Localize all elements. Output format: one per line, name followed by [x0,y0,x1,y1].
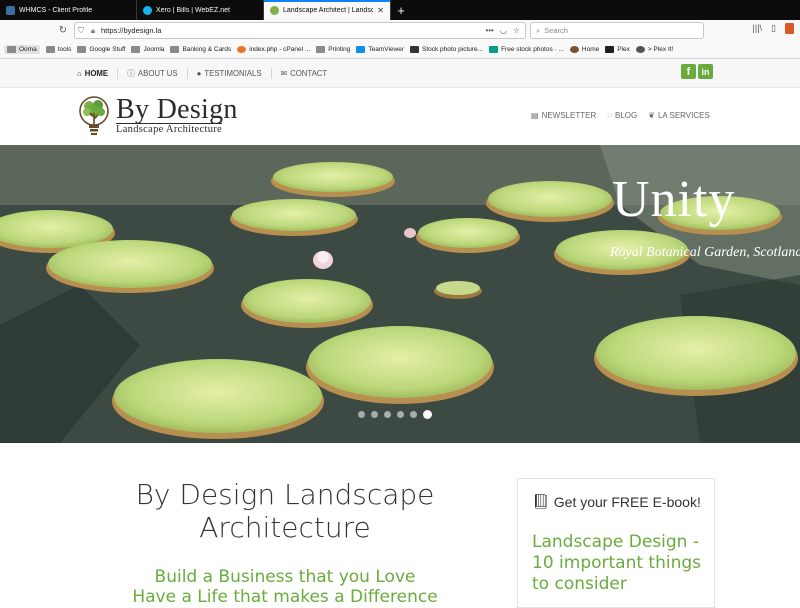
slider-dot-active[interactable] [423,410,432,419]
pocket-icon[interactable]: ◡ [500,26,507,35]
bookmark-item[interactable]: Free stock photos · ... [489,46,564,53]
sidebar-icon[interactable]: ▯ [771,23,776,34]
whmcs-favicon-icon [6,5,15,15]
library-icon[interactable]: |||\ [753,23,763,34]
site-top-nav: ⌂ HOME ⓘ ABOUT US ● TESTIMONIALS ✉ CONTACT [0,59,800,88]
logo-subtitle[interactable]: Landscape Architecture [116,123,223,135]
folder-icon [316,46,326,53]
nav-about-us[interactable]: ⓘ ABOUT US [117,68,187,79]
folder-icon [77,46,87,53]
slider-dot[interactable] [358,411,365,418]
close-tab-icon[interactable]: ✕ [377,6,384,15]
plex-icon [605,46,615,53]
bookmark-item[interactable]: Printing [316,46,350,53]
bookmarks-bar: Ooma tools Google Stuff Joomla Banking &… [0,41,800,59]
bookmark-item[interactable]: Google Stuff [77,46,125,53]
hero-slider[interactable]: Unity Royal Botanical Garden, Scotland [0,145,800,443]
slider-dot[interactable] [410,411,417,418]
bookmark-item[interactable]: Banking & Cards [170,46,231,53]
search-input[interactable]: ⌕ Search [530,22,704,39]
bookmark-item[interactable]: Joomla [131,46,164,53]
new-tab-button[interactable]: + [391,0,411,20]
bookmark-item[interactable]: Stock photo picture... [410,46,483,53]
nav-la-services[interactable]: ❦ LA SERVICES [648,111,710,120]
info-icon: ⓘ [127,69,135,78]
more-actions-icon[interactable]: ••• [485,26,493,35]
slide-caption: Royal Botanical Garden, Scotland [610,245,800,260]
browser-tab-active[interactable]: Landscape Architect | Landsca ✕ [264,0,391,20]
slider-dot[interactable] [371,411,378,418]
tab-title: Landscape Architect | Landsca [283,6,374,14]
folder-icon [45,46,55,53]
cpanel-icon [237,46,247,53]
book-icon: 📕︎ [532,493,550,509]
xero-favicon-icon [143,5,152,15]
camera-icon [410,46,419,53]
social-links: f in [681,64,713,79]
search-placeholder: Search [544,26,568,35]
folder-icon [131,46,141,53]
main-nav: ▤ NEWSLETTER ◌ BLOG ❦ LA SERVICES [531,111,710,120]
logo-title[interactable]: By Design [116,95,238,125]
ebook-title-link[interactable]: Landscape Design - 10 important things t… [532,532,712,595]
reload-icon[interactable]: ↻ [55,23,71,39]
nav-blog[interactable]: ◌ BLOG [607,111,637,120]
page-heading: By Design Landscape Architecture [135,478,435,544]
bookmark-item[interactable]: tools [45,46,71,53]
tagline-1: Build a Business that you Love [154,567,416,587]
envelope-icon: ✉ [280,69,288,78]
home-icon [569,46,579,53]
url-bar[interactable]: ⛉ 🔒︎ https://bydesign.la ••• ◡ ☆ [74,22,526,39]
nav-newsletter[interactable]: ▤ NEWSLETTER [531,111,596,120]
pexels-icon [489,46,499,53]
nav-testimonials[interactable]: ● TESTIMONIALS [186,68,271,79]
browser-tab[interactable]: WHMCS - Client Profile [0,0,137,20]
lock-icon[interactable]: 🔒︎ [87,26,99,36]
home-icon: ⌂ [77,69,82,78]
comment-icon: ◌ [607,111,612,120]
facebook-icon[interactable]: f [681,64,696,79]
bookmark-item[interactable]: > Plex It! [635,46,673,53]
ebook-heading: 📕︎ Get your FREE E-book! [532,493,701,510]
browser-tab[interactable]: Xero | Bills | WebEZ.net [137,0,264,20]
nav-contact[interactable]: ✉ CONTACT [270,68,337,79]
bookmark-item[interactable]: Plex [605,46,630,53]
tagline-2: Have a Life that makes a Difference [132,587,438,607]
comment-icon: ● [196,69,202,78]
folder-icon [170,46,180,53]
leaf-icon: ❦ [648,111,655,120]
slider-pagination [358,410,432,419]
globe-icon [635,46,645,53]
bookmark-item[interactable]: index.php - cPanel ... [237,46,310,53]
bookmark-item[interactable]: TeamViewer [356,46,404,53]
bookmark-item[interactable]: Ooma [4,45,40,54]
slide-title: Unity [612,171,736,228]
shield-icon[interactable]: ⛉ [75,26,87,36]
slider-dot[interactable] [384,411,391,418]
tab-title: WHMCS - Client Profile [19,6,93,14]
slider-dot[interactable] [397,411,404,418]
newspaper-icon: ▤ [531,111,539,120]
linkedin-icon[interactable]: in [698,64,713,79]
bydesign-favicon-icon [270,5,279,15]
tree-bulb-logo-icon[interactable] [78,95,110,137]
folder-icon [7,46,16,53]
bookmark-item[interactable]: Home [569,46,599,53]
url-text[interactable]: https://bydesign.la [101,26,485,35]
browser-tab-bar: WHMCS - Client Profile Xero | Bills | We… [0,0,800,20]
teamviewer-icon [356,46,366,53]
search-icon: ⌕ [536,25,541,35]
bookmark-star-icon[interactable]: ☆ [513,26,520,35]
extension-icon[interactable] [785,23,794,34]
nav-home[interactable]: ⌂ HOME [77,68,117,79]
browser-nav-bar: ↻ ⛉ 🔒︎ https://bydesign.la ••• ◡ ☆ ⌕ Sea… [0,20,800,41]
tab-title: Xero | Bills | WebEZ.net [156,6,230,14]
